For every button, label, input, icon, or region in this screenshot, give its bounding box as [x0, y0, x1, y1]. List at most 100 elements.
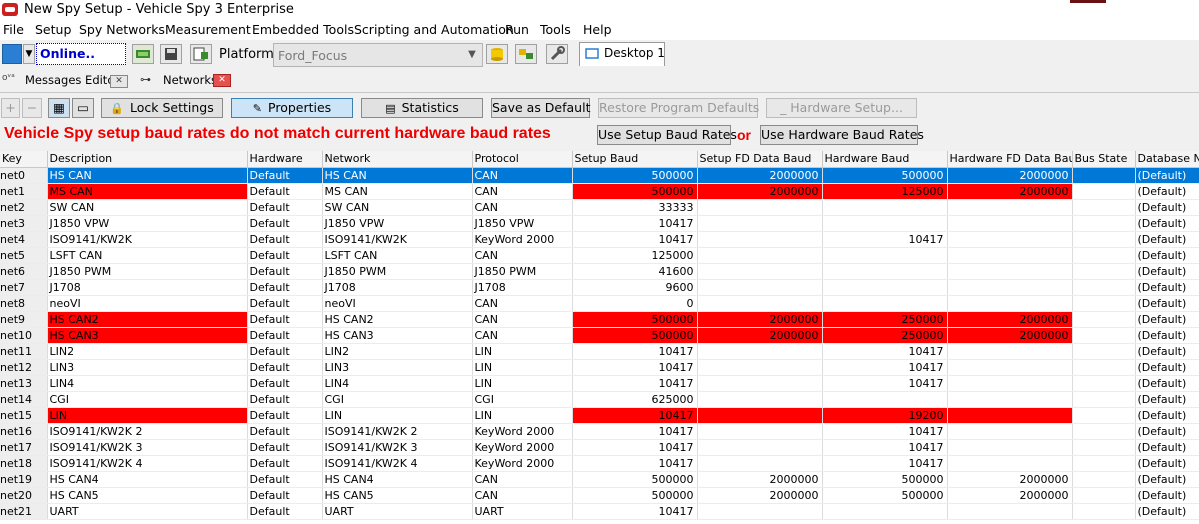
hardware-baud-cell: 10417 — [822, 423, 948, 440]
menu-help[interactable]: Help — [583, 22, 612, 38]
table-row[interactable]: net19 HS CAN4 Default HS CAN4 CAN 500000 20000… — [0, 471, 1199, 488]
title-bar-artifact — [1070, 0, 1106, 3]
network-cell: CGI — [322, 391, 473, 408]
menu-run[interactable]: Run — [505, 22, 529, 38]
hardware-cell: Default — [247, 487, 323, 504]
column-header-database-network[interactable]: Database Ne — [1135, 151, 1199, 168]
hardware-fd-baud-cell — [947, 439, 1073, 456]
table-row[interactable]: net10 HS CAN3 Default HS CAN3 CAN 500000 20000… — [0, 327, 1199, 344]
column-header-network[interactable]: Network — [322, 151, 473, 168]
table-row[interactable]: net21 UART Default UART UART 10417 (Default) — [0, 503, 1199, 520]
table-row[interactable]: net4 ISO9141/KW2K Default ISO9141/KW2K KeyWo… — [0, 231, 1199, 248]
hardware-setup-button[interactable]: _ Hardware Setup... — [766, 98, 917, 118]
column-header-hardware-baud[interactable]: Hardware Baud — [822, 151, 948, 168]
online-label: Online.. — [40, 46, 95, 61]
network-tools-icon[interactable] — [515, 44, 537, 64]
table-row[interactable]: net11 LIN2 Default LIN2 LIN 10417 10417 (Defaul… — [0, 343, 1199, 360]
table-row[interactable]: net16 ISO9141/KW2K 2 Default ISO9141/KW2K 2… — [0, 423, 1199, 440]
protocol-cell: CAN — [472, 311, 573, 328]
table-row[interactable]: net0 HS CAN Default HS CAN CAN 500000 2000000 5… — [0, 167, 1199, 184]
table-row[interactable]: net9 HS CAN2 Default HS CAN2 CAN 500000 200000… — [0, 311, 1199, 328]
table-row[interactable]: net17 ISO9141/KW2K 3 Default ISO9141/KW2K 3… — [0, 439, 1199, 456]
table-row[interactable]: net8 neoVI Default neoVI CAN 0 (Default) — [0, 295, 1199, 312]
statistics-button[interactable]: ▤ Statistics — [361, 98, 483, 118]
table-row[interactable]: net1 MS CAN Default MS CAN CAN 500000 2000000 1… — [0, 183, 1199, 200]
key-cell: net5 — [0, 247, 48, 264]
hardware-cell: Default — [247, 343, 323, 360]
menu-file[interactable]: File — [3, 22, 24, 38]
table-row[interactable]: net14 CGI Default CGI CGI 625000 (Default) — [0, 391, 1199, 408]
column-header-hardware[interactable]: Hardware — [247, 151, 323, 168]
network-cell: LIN2 — [322, 343, 473, 360]
table-row[interactable]: net6 J1850 PWM Default J1850 PWM J1850 PWM 41… — [0, 263, 1199, 280]
column-header-description[interactable]: Description — [47, 151, 248, 168]
table-row[interactable]: net18 ISO9141/KW2K 4 Default ISO9141/KW2K 4… — [0, 455, 1199, 472]
lock-settings-button[interactable]: 🔒 Lock Settings — [101, 98, 223, 118]
baud-mismatch-warning: Vehicle Spy setup baud rates do not matc… — [4, 125, 551, 142]
column-header-setup-fd-data-baud[interactable]: Setup FD Data Baud — [697, 151, 823, 168]
protocol-cell: CAN — [472, 247, 573, 264]
table-row[interactable]: net7 J1708 Default J1708 J1708 9600 (Default) — [0, 279, 1199, 296]
table-row[interactable]: net3 J1850 VPW Default J1850 VPW J1850 VPW 10… — [0, 215, 1199, 232]
key-cell: net3 — [0, 215, 48, 232]
protocol-cell: KeyWord 2000 — [472, 423, 573, 440]
table-row[interactable]: net15 LIN Default LIN LIN 10417 19200 (Default) — [0, 407, 1199, 424]
description-cell: ISO9141/KW2K 4 — [47, 455, 248, 472]
key-cell: net8 — [0, 295, 48, 312]
column-header-bus-state[interactable]: Bus State — [1072, 151, 1136, 168]
use-setup-baud-rates-button[interactable]: Use Setup Baud Rates — [597, 125, 737, 145]
menu-measurement[interactable]: Measurement — [165, 22, 251, 38]
table-row[interactable]: net2 SW CAN Default SW CAN CAN 33333 (Default) — [0, 199, 1199, 216]
hardware-cell: Default — [247, 183, 323, 200]
expand-plus-button[interactable]: + — [1, 98, 20, 118]
networks-grid: Key Description Hardware Network Protocol Set… — [0, 151, 1199, 524]
column-header-hardware-fd-data-baud[interactable]: Hardware FD Data Baud — [947, 151, 1073, 168]
column-header-protocol[interactable]: Protocol — [472, 151, 573, 168]
tab-desktop-1[interactable]: Desktop 1 — [579, 42, 665, 66]
online-button[interactable]: Online.. — [36, 43, 126, 65]
menu-setup[interactable]: Setup — [35, 22, 71, 38]
online-dropdown-arrow[interactable]: ▼ — [23, 44, 35, 64]
protocol-cell: CAN — [472, 471, 573, 488]
table-row[interactable]: net12 LIN3 Default LIN3 LIN 10417 10417 (Defaul… — [0, 359, 1199, 376]
database-icon[interactable] — [486, 44, 508, 64]
platform-select[interactable]: Ford_Focus ▼ — [273, 43, 483, 67]
tab-networks[interactable]: Networks — [163, 73, 217, 87]
hardware-baud-cell: 10417 — [822, 439, 948, 456]
table-row[interactable]: net13 LIN4 Default LIN4 LIN 10417 10417 (Defaul… — [0, 375, 1199, 392]
column-header-key[interactable]: Key — [0, 151, 48, 168]
menu-embedded-tools[interactable]: Embedded Tools — [252, 22, 354, 38]
platform-icon[interactable] — [190, 44, 212, 64]
view-list-button[interactable]: ▦ — [48, 98, 70, 118]
menu-tools[interactable]: Tools — [540, 22, 571, 38]
hardware-cell: Default — [247, 423, 323, 440]
collapse-minus-button[interactable]: − — [22, 98, 42, 118]
close-networks-icon[interactable]: ✕ — [213, 74, 231, 87]
properties-button[interactable]: ✎ Properties — [231, 98, 353, 118]
view-folder-button[interactable]: ▭ — [72, 98, 94, 118]
save-as-default-button[interactable]: Save as Default — [491, 98, 590, 118]
column-header-setup-baud[interactable]: Setup Baud — [572, 151, 698, 168]
use-hardware-baud-rates-button[interactable]: Use Hardware Baud Rates — [760, 125, 924, 145]
wrench-icon[interactable] — [546, 44, 568, 64]
save-icon[interactable] — [160, 44, 182, 64]
menu-spy-networks[interactable]: Spy Networks — [79, 22, 165, 38]
protocol-cell: CAN — [472, 295, 573, 312]
tab-messages-editor[interactable]: Messages Editor — [25, 73, 119, 87]
desktop-icon[interactable] — [2, 44, 22, 64]
hardware-fd-baud-cell — [947, 263, 1073, 280]
description-cell: HS CAN3 — [47, 327, 248, 344]
key-cell: net0 — [0, 167, 48, 184]
restore-program-defaults-button[interactable]: Restore Program Defaults — [598, 98, 759, 118]
setup-baud-cell: 500000 — [572, 183, 698, 200]
table-row[interactable]: net20 HS CAN5 Default HS CAN5 CAN 500000 20000… — [0, 487, 1199, 504]
menu-scripting-automation[interactable]: Scripting and Automation — [354, 22, 514, 38]
description-cell: J1850 PWM — [47, 263, 248, 280]
key-cell: net19 — [0, 471, 48, 488]
close-messages-editor-icon[interactable]: ✕ — [110, 75, 128, 88]
hardware-icon[interactable] — [132, 44, 154, 64]
database-cell: (Default) — [1135, 439, 1199, 456]
table-body: net0 HS CAN Default HS CAN CAN 500000 2000000 5… — [0, 167, 1199, 520]
app-car-icon — [2, 3, 18, 16]
table-row[interactable]: net5 LSFT CAN Default LSFT CAN CAN 125000 (Def… — [0, 247, 1199, 264]
